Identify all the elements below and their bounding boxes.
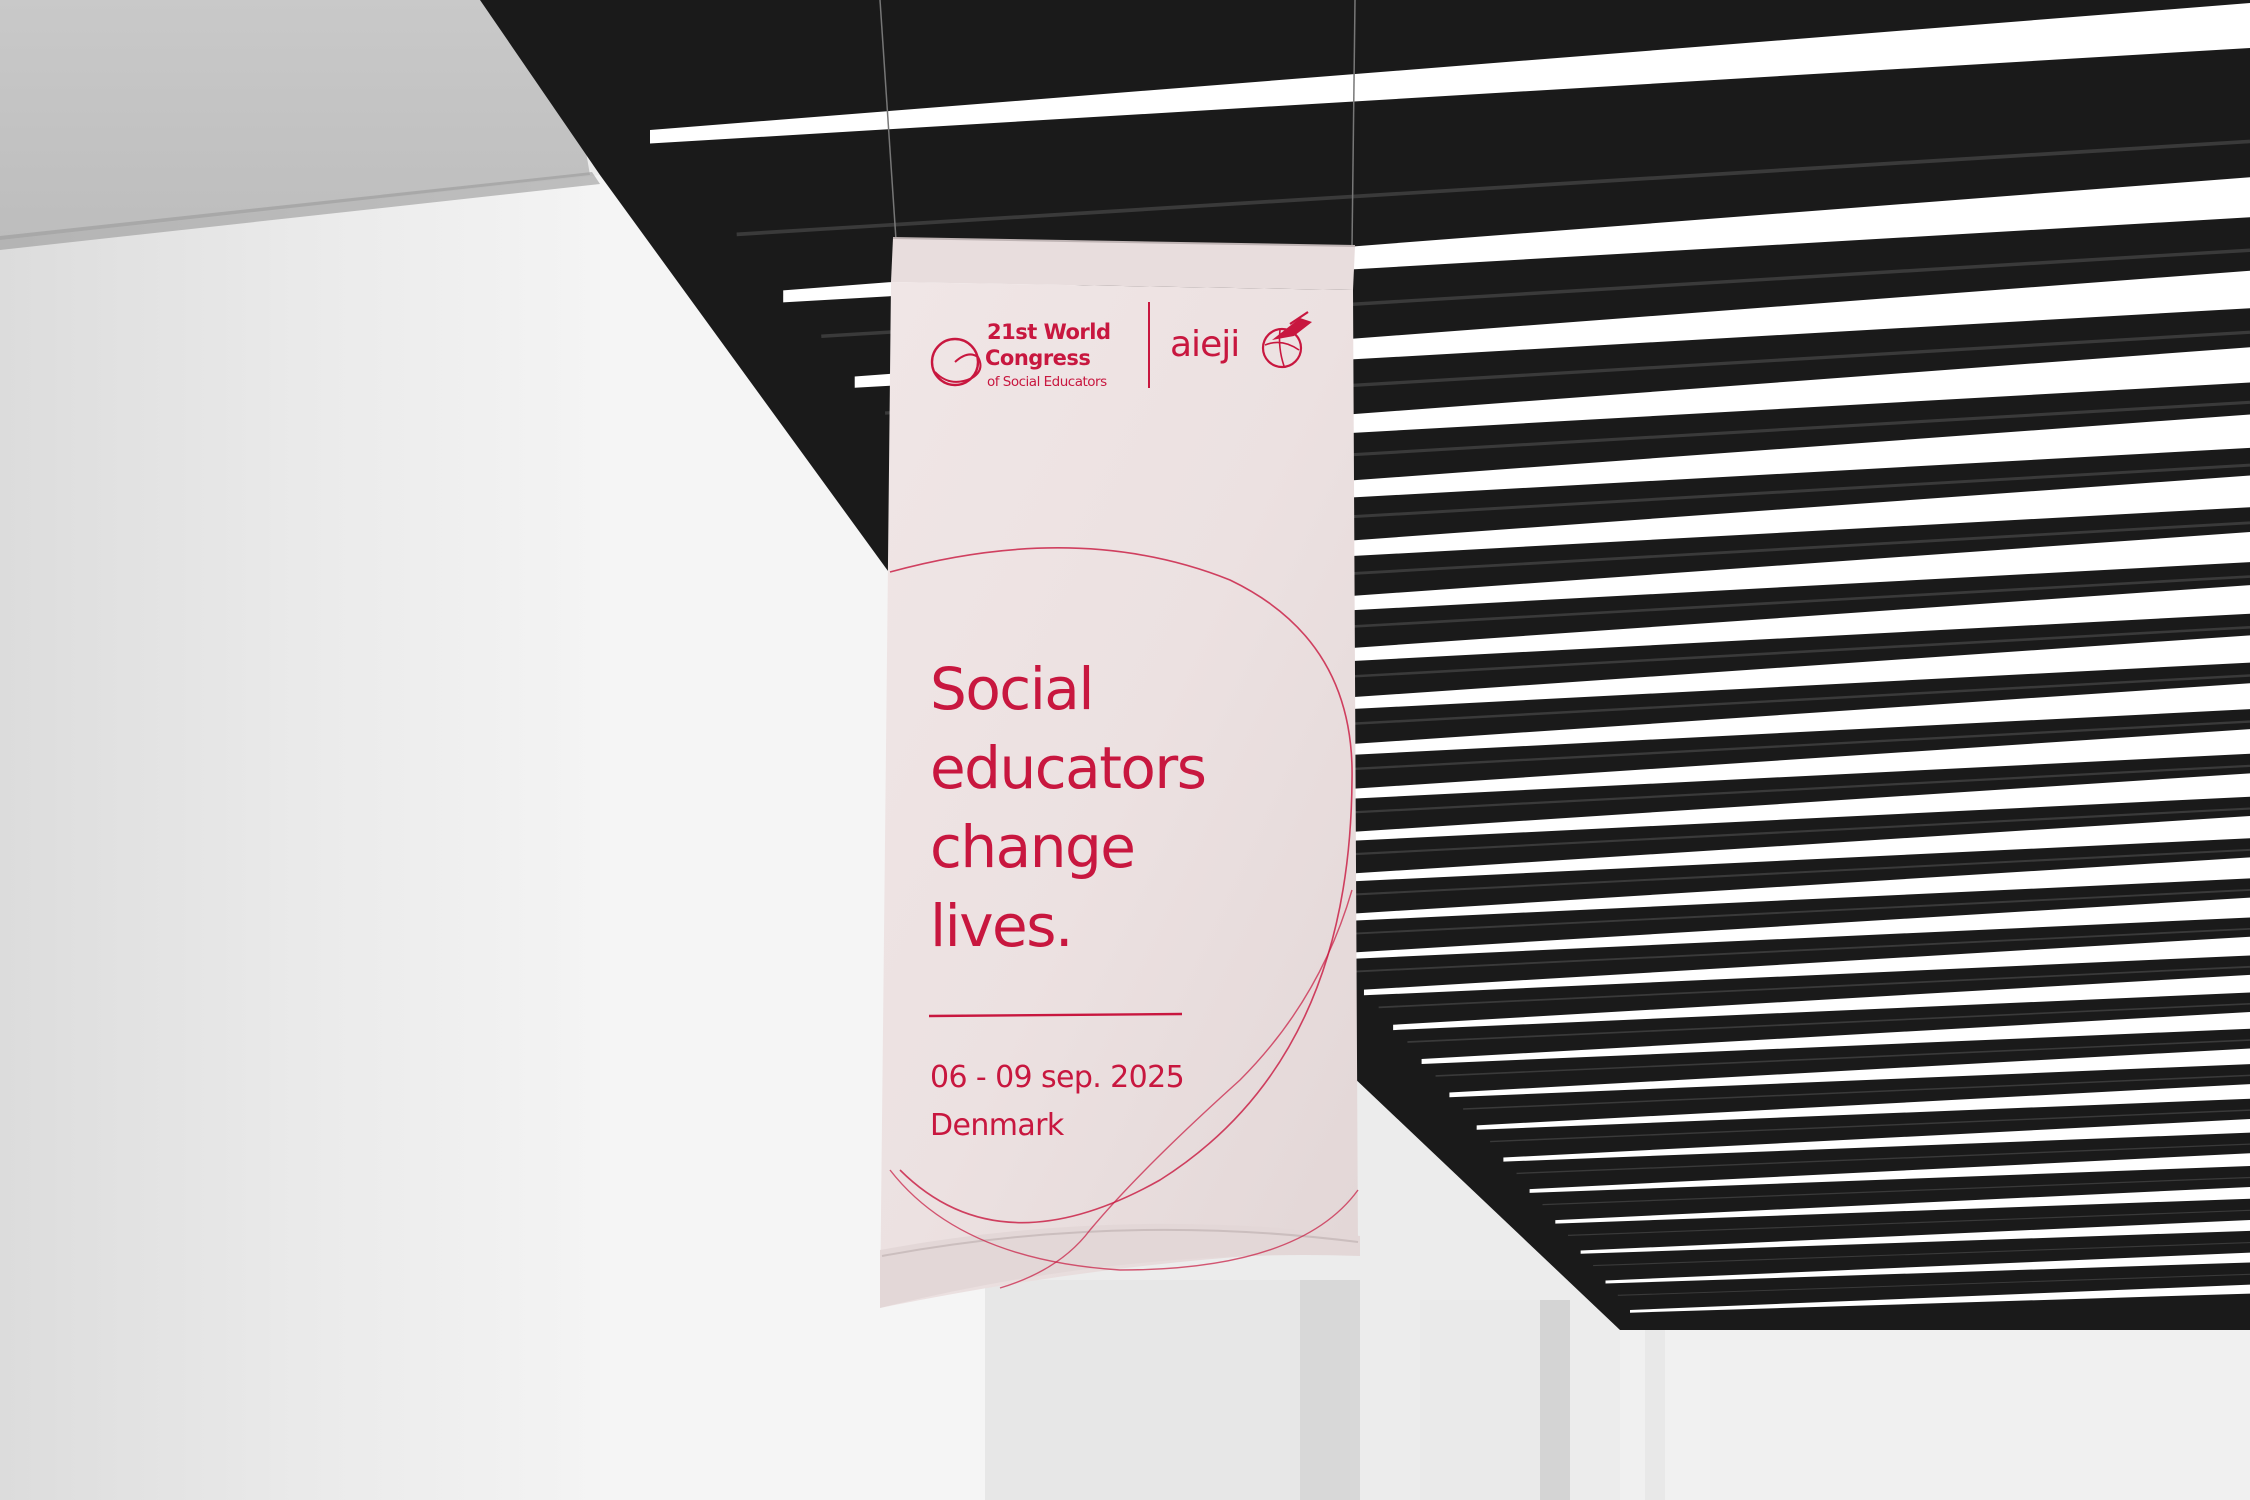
- left-wall: [0, 0, 600, 1500]
- banner: [880, 237, 1360, 1308]
- ceiling-scene: [0, 0, 2250, 1500]
